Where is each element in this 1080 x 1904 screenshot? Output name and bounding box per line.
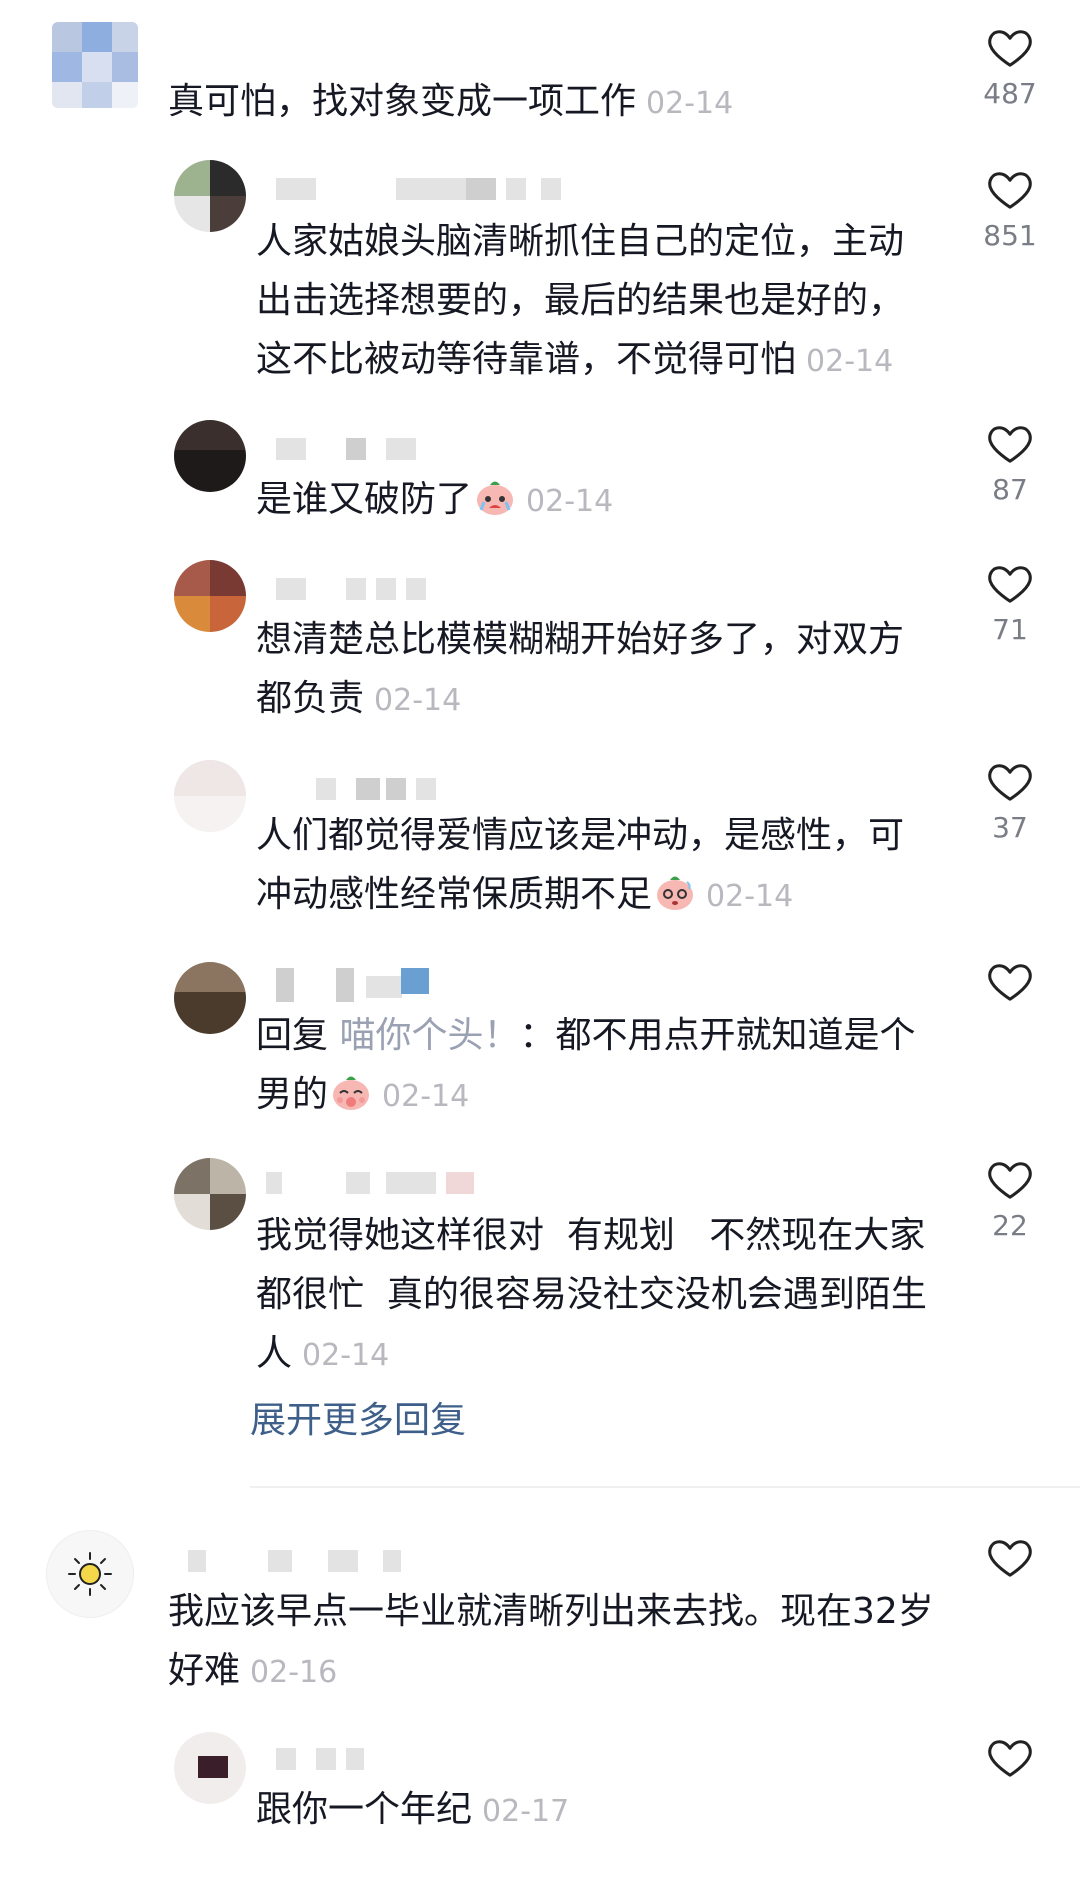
like-count: 851 — [983, 219, 1037, 252]
like-count: 487 — [983, 77, 1037, 110]
heart-outline-icon — [988, 1162, 1032, 1199]
heart-outline-icon — [988, 1740, 1032, 1777]
comment-body: 是谁又破防了 — [256, 479, 473, 520]
divider — [250, 1486, 1080, 1488]
comment-text: 跟你一个年纪 02-17 — [256, 1780, 936, 1841]
comment-date: 02-14 — [382, 1079, 470, 1114]
comment-text: 我应该早点一毕业就清晰列出来去找。现在32岁好难 02-16 — [168, 1582, 938, 1702]
like-count: 37 — [992, 811, 1028, 844]
avatar[interactable] — [174, 760, 246, 832]
like-button[interactable] — [950, 1736, 1070, 1822]
dazed-face-icon — [657, 876, 694, 910]
like-count — [950, 1786, 1070, 1822]
comment-date: 02-14 — [374, 683, 462, 718]
username[interactable] — [256, 770, 476, 810]
like-button[interactable]: 22 — [950, 1158, 1070, 1244]
reply-prefix: 回复 — [256, 1015, 340, 1056]
comment-text: 人家姑娘头脑清晰抓住自己的定位，主动出击选择想要的，最后的结果也是好的，这不比被… — [256, 212, 936, 391]
avatar[interactable] — [174, 962, 246, 1034]
like-count — [950, 1586, 1070, 1622]
comment-text: 是谁又破防了 02-14 — [256, 470, 936, 531]
comment-date: 02-14 — [706, 879, 794, 914]
like-button[interactable]: 851 — [950, 168, 1070, 254]
username[interactable] — [256, 170, 576, 210]
comment-body: 想清楚总比模模糊糊开始好多了，对双方都负责 — [256, 619, 905, 719]
heart-outline-icon — [988, 764, 1032, 801]
heart-outline-icon — [988, 566, 1032, 603]
like-button[interactable]: 487 — [950, 26, 1070, 112]
heart-outline-icon — [988, 172, 1032, 209]
heart-outline-icon — [988, 30, 1032, 67]
like-count: 71 — [992, 613, 1028, 646]
expand-replies-button[interactable]: 展开更多回复 — [250, 1396, 466, 1446]
like-count: 87 — [992, 473, 1028, 506]
comment-date: 02-14 — [302, 1338, 390, 1373]
comment-date: 02-14 — [806, 344, 894, 379]
comment-date: 02-14 — [646, 86, 734, 121]
comment-text: 人们都觉得爱情应该是冲动，是感性，可冲动感性经常保质期不足 02-14 — [256, 806, 936, 926]
comment-text: 我觉得她这样很对 有规划 不然现在大家都很忙 真的很容易没社交没机会遇到陌生人 0… — [256, 1206, 956, 1385]
sun-avatar-icon — [68, 1552, 112, 1596]
username[interactable] — [256, 1740, 456, 1780]
avatar[interactable] — [46, 1530, 134, 1618]
comment-body: 人们都觉得爱情应该是冲动，是感性，可冲动感性经常保质期不足 — [256, 815, 905, 915]
comment-date: 02-14 — [526, 484, 614, 519]
like-button[interactable] — [950, 960, 1070, 1046]
username[interactable] — [256, 430, 456, 470]
like-count — [950, 1010, 1070, 1046]
shy-face-icon — [333, 1076, 370, 1110]
comment-text: 回复 喵你个头！：都不用点开就知道是个男的 02-14 — [256, 1006, 936, 1126]
crying-face-icon — [477, 481, 514, 515]
mention-link[interactable]: 喵你个头！ — [339, 1015, 519, 1056]
username[interactable] — [256, 1164, 516, 1204]
heart-outline-icon — [988, 426, 1032, 463]
username[interactable] — [168, 1542, 428, 1582]
like-button[interactable] — [950, 1536, 1070, 1622]
comment-date: 02-16 — [250, 1655, 338, 1690]
username[interactable] — [256, 968, 476, 1008]
avatar[interactable] — [174, 1732, 246, 1804]
like-count: 22 — [992, 1209, 1028, 1242]
comment-text: 真可怕，找对象变成一项工作 02-14 — [168, 72, 768, 133]
like-button[interactable]: 71 — [950, 562, 1070, 648]
like-button[interactable]: 37 — [950, 760, 1070, 846]
avatar[interactable] — [174, 420, 246, 492]
username[interactable] — [256, 570, 456, 610]
comment-date: 02-17 — [482, 1794, 570, 1829]
heart-outline-icon — [988, 964, 1032, 1001]
comment-text: 想清楚总比模模糊糊开始好多了，对双方都负责 02-14 — [256, 610, 936, 730]
avatar[interactable] — [174, 160, 246, 232]
comment-body: 跟你一个年纪 — [256, 1789, 473, 1830]
comment-body: 真可怕，找对象变成一项工作 — [168, 81, 637, 122]
avatar[interactable] — [52, 22, 138, 108]
like-button[interactable]: 87 — [950, 422, 1070, 508]
avatar[interactable] — [174, 1158, 246, 1230]
heart-outline-icon — [988, 1540, 1032, 1577]
avatar[interactable] — [174, 560, 246, 632]
